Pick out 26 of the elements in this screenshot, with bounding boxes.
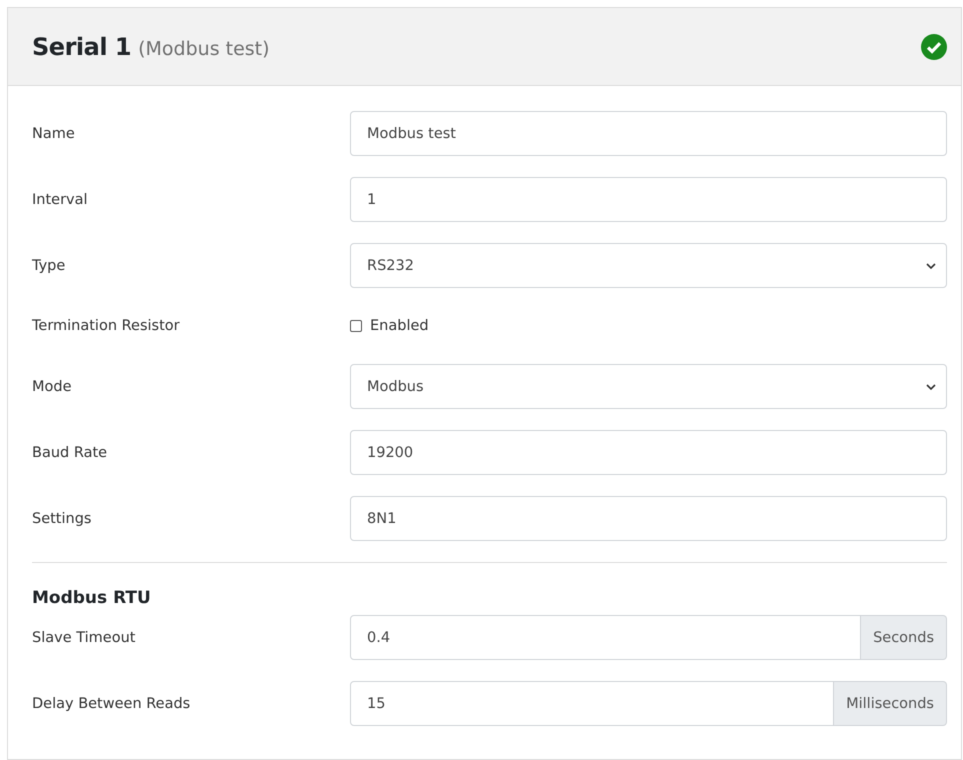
- card-subtitle: (Modbus test): [138, 38, 270, 60]
- unit-label: Milliseconds: [834, 681, 947, 726]
- chevron-down-icon: [926, 262, 936, 268]
- text-field[interactable]: 15: [350, 681, 834, 726]
- select-dropdown[interactable]: RS232: [350, 243, 947, 288]
- chevron-down-icon: [926, 384, 936, 390]
- section-heading: Modbus RTU: [32, 588, 152, 608]
- field-label: Delay Between Reads: [32, 696, 192, 712]
- field-label: Termination Resistor: [32, 318, 181, 334]
- text-field[interactable]: 1: [350, 177, 947, 222]
- field-label: Slave Timeout: [32, 630, 136, 646]
- text-field[interactable]: Modbus test: [350, 111, 947, 156]
- field-label: Settings: [32, 510, 92, 526]
- text-field[interactable]: 0.4: [350, 615, 862, 660]
- unit-label: Seconds: [861, 615, 947, 660]
- field-label: Mode: [32, 378, 73, 394]
- text-field[interactable]: 19200: [350, 430, 947, 475]
- checkbox[interactable]: [350, 320, 362, 332]
- field-label: Type: [32, 258, 66, 274]
- card-title: Serial 1: [32, 32, 132, 60]
- select-dropdown[interactable]: Modbus: [350, 364, 947, 409]
- field-label: Baud Rate: [32, 444, 108, 460]
- checkbox-label[interactable]: Enabled: [370, 318, 429, 334]
- field-label: Interval: [32, 192, 89, 208]
- text-field[interactable]: 8N1: [350, 496, 947, 541]
- field-label: Name: [32, 126, 76, 142]
